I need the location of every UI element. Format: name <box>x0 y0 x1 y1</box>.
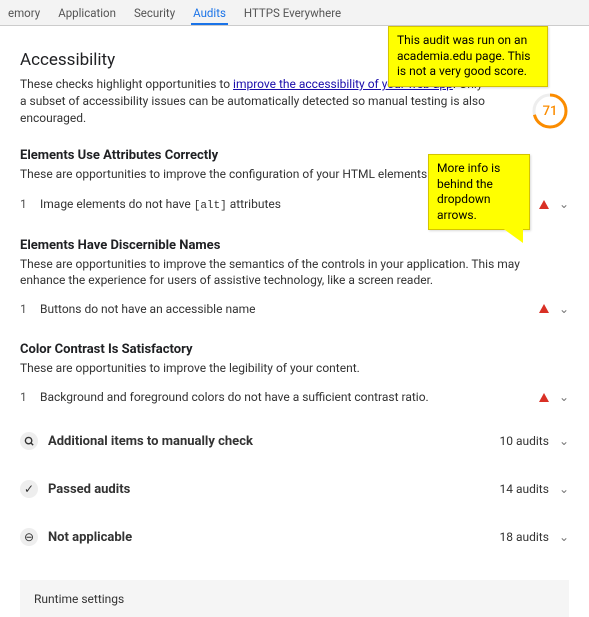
runtime-settings-row[interactable]: Runtime settings <box>20 580 569 617</box>
chevron-down-icon[interactable]: ⌄ <box>559 390 569 404</box>
chevron-down-icon[interactable]: ⌄ <box>559 197 569 211</box>
audit-group-names: Elements Have Discernible Names These ar… <box>20 238 569 320</box>
annotation-score: This audit was run on an academia.edu pa… <box>388 26 548 87</box>
accessibility-score-gauge: 71 <box>531 92 569 130</box>
accessibility-score-value: 71 <box>531 92 569 130</box>
audit-item[interactable]: 1 Background and foreground colors do no… <box>20 386 569 408</box>
summary-label: Additional items to manually check <box>48 434 500 449</box>
audit-code: [alt] <box>194 200 227 212</box>
group-desc: These are opportunities to improve the s… <box>20 256 540 288</box>
devtools-tab-bar: emory Application Security Audits HTTPS … <box>0 0 589 26</box>
warning-icon <box>539 393 549 402</box>
search-icon <box>20 432 38 450</box>
audit-text-2: attributes <box>227 197 281 211</box>
chevron-down-icon[interactable]: ⌄ <box>559 482 569 496</box>
tab-audits[interactable]: Audits <box>191 1 228 25</box>
chevron-down-icon[interactable]: ⌄ <box>559 302 569 316</box>
audit-group-contrast: Color Contrast Is Satisfactory These are… <box>20 342 569 408</box>
tab-memory[interactable]: emory <box>6 1 42 25</box>
audit-index: 1 <box>20 390 40 404</box>
summary-count: 18 audits <box>500 530 549 544</box>
warning-icon <box>539 304 549 313</box>
audit-label: Background and foreground colors do not … <box>40 390 539 404</box>
summary-manual-check[interactable]: Additional items to manually check 10 au… <box>20 426 569 456</box>
summary-not-applicable[interactable]: ⊖ Not applicable 18 audits ⌄ <box>20 522 569 552</box>
chevron-down-icon[interactable]: ⌄ <box>559 434 569 448</box>
group-title: Elements Have Discernible Names <box>20 238 569 253</box>
audit-label: Buttons do not have an accessible name <box>40 302 539 316</box>
summary-label: Passed audits <box>48 482 500 497</box>
audit-text: Image elements do not have <box>40 197 194 211</box>
summary-count: 10 audits <box>500 434 549 448</box>
warning-icon <box>539 200 549 209</box>
summary-count: 14 audits <box>500 482 549 496</box>
desc-text: These checks highlight opportunities to <box>20 77 233 91</box>
annotation-dropdown: More info is behind the dropdown arrows. <box>428 154 530 230</box>
audit-item[interactable]: 1 Buttons do not have an accessible name… <box>20 298 569 320</box>
tab-security[interactable]: Security <box>132 1 177 25</box>
chevron-down-icon[interactable]: ⌄ <box>559 530 569 544</box>
dash-icon: ⊖ <box>20 528 38 546</box>
group-desc: These are opportunities to improve the l… <box>20 360 540 376</box>
group-title: Color Contrast Is Satisfactory <box>20 342 569 357</box>
tab-application[interactable]: Application <box>56 1 118 25</box>
audit-report: This audit was run on an academia.edu pa… <box>0 26 589 617</box>
audit-index: 1 <box>20 197 40 211</box>
tab-https-everywhere[interactable]: HTTPS Everywhere <box>242 1 343 25</box>
audit-index: 1 <box>20 302 40 316</box>
check-icon: ✓ <box>20 480 38 498</box>
summary-label: Not applicable <box>48 530 500 545</box>
